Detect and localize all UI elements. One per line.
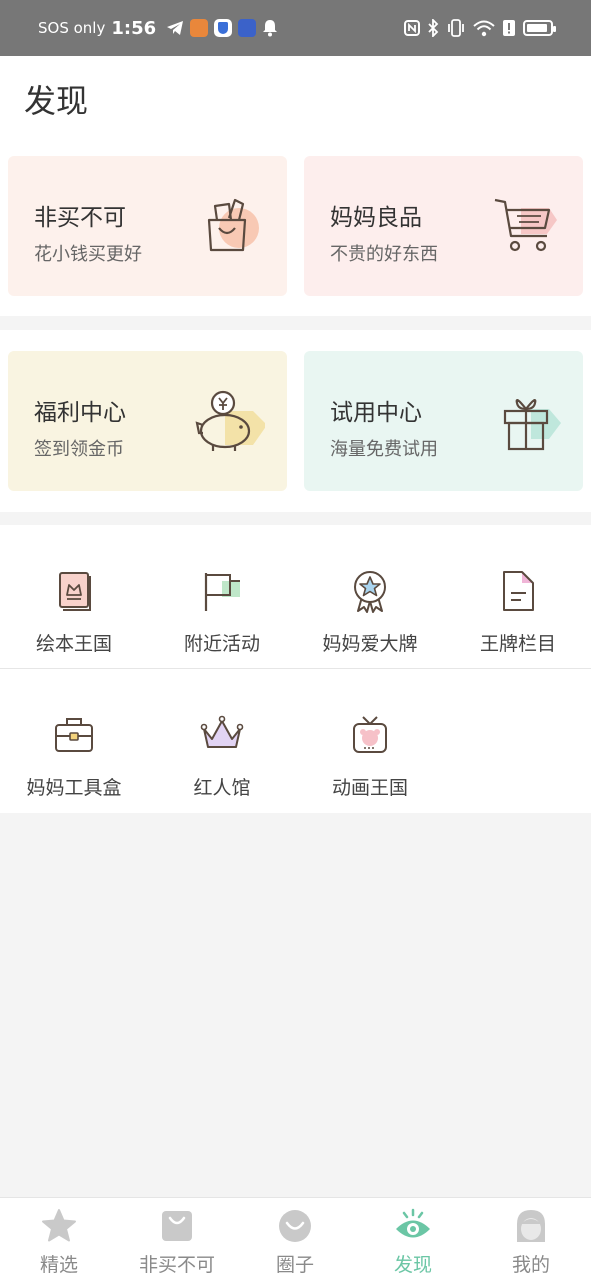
gift-box-icon <box>503 398 561 451</box>
grid-item-hongrenguan[interactable]: 红人馆 <box>148 683 296 813</box>
grid-item-huibenwangguo[interactable]: 绘本王国 <box>0 525 148 655</box>
tab-wode[interactable]: 我的 <box>472 1198 590 1280</box>
discover-header-section: 发现 非买不可 花小钱买更好 妈妈良品 不贵的好东西 <box>0 56 591 316</box>
tab-label: 圈子 <box>275 1254 314 1276</box>
card-fulizhongxin[interactable]: 福利中心 签到领金币 <box>8 351 287 491</box>
tab-label: 发现 <box>393 1254 432 1276</box>
card-mamaliangpin[interactable]: 妈妈良品 不贵的好东西 <box>304 156 583 296</box>
card-feimaibuke[interactable]: 非买不可 花小钱买更好 <box>8 156 287 296</box>
grid-item-wangpailanmu[interactable]: 王牌栏目 <box>444 525 591 655</box>
tab-label: 精选 <box>39 1254 78 1276</box>
qr-app-icon <box>238 19 257 37</box>
card-shiyongzhongxin[interactable]: 试用中心 海量免费试用 <box>304 351 583 491</box>
tv-icon <box>353 716 387 753</box>
card-title: 福利中心 <box>34 400 126 426</box>
battery-icon <box>523 20 556 36</box>
card-title: 妈妈良品 <box>330 205 422 231</box>
shield-icon <box>214 19 233 37</box>
piggy-bank-icon <box>195 390 265 451</box>
feature-grid: 绘本王国 附近活动 妈妈爱大牌 王牌栏目 妈妈工具盒 红人馆 动画王国 <box>0 525 591 813</box>
bottom-tab-bar: 精选 非买不可 圈子 发现 我的 <box>0 1197 591 1280</box>
telegram-icon <box>167 21 184 35</box>
toolbox-icon <box>55 718 93 752</box>
grid-item-donghuawangguo[interactable]: 动画王国 <box>296 683 444 813</box>
bell-icon <box>263 20 278 37</box>
bag-icon <box>162 1211 192 1241</box>
award-badge-icon <box>354 571 386 613</box>
clock-time: 1:56 <box>111 17 157 39</box>
grid-row: 妈妈工具盒 红人馆 动画王国 <box>0 683 591 813</box>
shopping-cart-icon <box>494 198 557 252</box>
smile-icon <box>279 1210 311 1242</box>
alert-icon <box>503 20 515 36</box>
grid-item-label: 妈妈爱大牌 <box>322 633 418 655</box>
grid-item-mamagongjuhe[interactable]: 妈妈工具盒 <box>0 683 148 813</box>
card-subtitle: 海量免费试用 <box>330 439 438 460</box>
document-icon <box>503 571 534 611</box>
grid-item-label: 王牌栏目 <box>479 633 556 655</box>
nfc-icon <box>404 20 420 36</box>
bluetooth-icon <box>428 19 439 37</box>
user-icon <box>517 1210 545 1242</box>
flag-icon <box>204 573 240 611</box>
shopping-bag-icon <box>207 198 259 252</box>
tab-jingxuan[interactable]: 精选 <box>0 1198 118 1280</box>
carrier-text: SOS only <box>38 19 106 37</box>
grid-item-label: 附近活动 <box>183 633 260 655</box>
grid-item-label: 红人馆 <box>193 777 251 799</box>
grid-item-fujinhuodong[interactable]: 附近活动 <box>148 525 296 655</box>
grid-item-label: 绘本王国 <box>35 633 112 655</box>
star-icon <box>42 1209 76 1242</box>
wifi-icon <box>473 20 495 37</box>
status-bar: SOS only 1:56 <box>0 0 591 56</box>
card-title: 试用中心 <box>330 400 422 426</box>
vibrate-icon <box>448 19 464 37</box>
card-title: 非买不可 <box>34 205 126 231</box>
grid-item-label: 妈妈工具盒 <box>26 777 122 799</box>
card-subtitle: 不贵的好东西 <box>330 244 438 265</box>
page-title: 发现 <box>24 82 89 120</box>
tab-feimaibuke[interactable]: 非买不可 <box>118 1198 236 1280</box>
card-subtitle: 花小钱买更好 <box>34 244 142 265</box>
benefits-section: 福利中心 签到领金币 试用中心 海量免费试用 <box>0 330 591 512</box>
tab-label: 我的 <box>511 1254 550 1276</box>
picture-book-icon <box>59 572 91 611</box>
tab-quanzi[interactable]: 圈子 <box>236 1198 354 1280</box>
grid-item-mamaaidapai[interactable]: 妈妈爱大牌 <box>296 525 444 655</box>
crown-icon <box>200 715 244 748</box>
eye-icon <box>396 1208 430 1238</box>
grid-item-label: 动画王国 <box>331 777 408 799</box>
tab-label: 非买不可 <box>138 1254 215 1276</box>
grid-row: 绘本王国 附近活动 妈妈爱大牌 王牌栏目 <box>0 525 591 669</box>
tab-faxian[interactable]: 发现 <box>354 1198 472 1280</box>
card-subtitle: 签到领金币 <box>34 439 124 460</box>
app-notification-icon <box>190 19 209 37</box>
